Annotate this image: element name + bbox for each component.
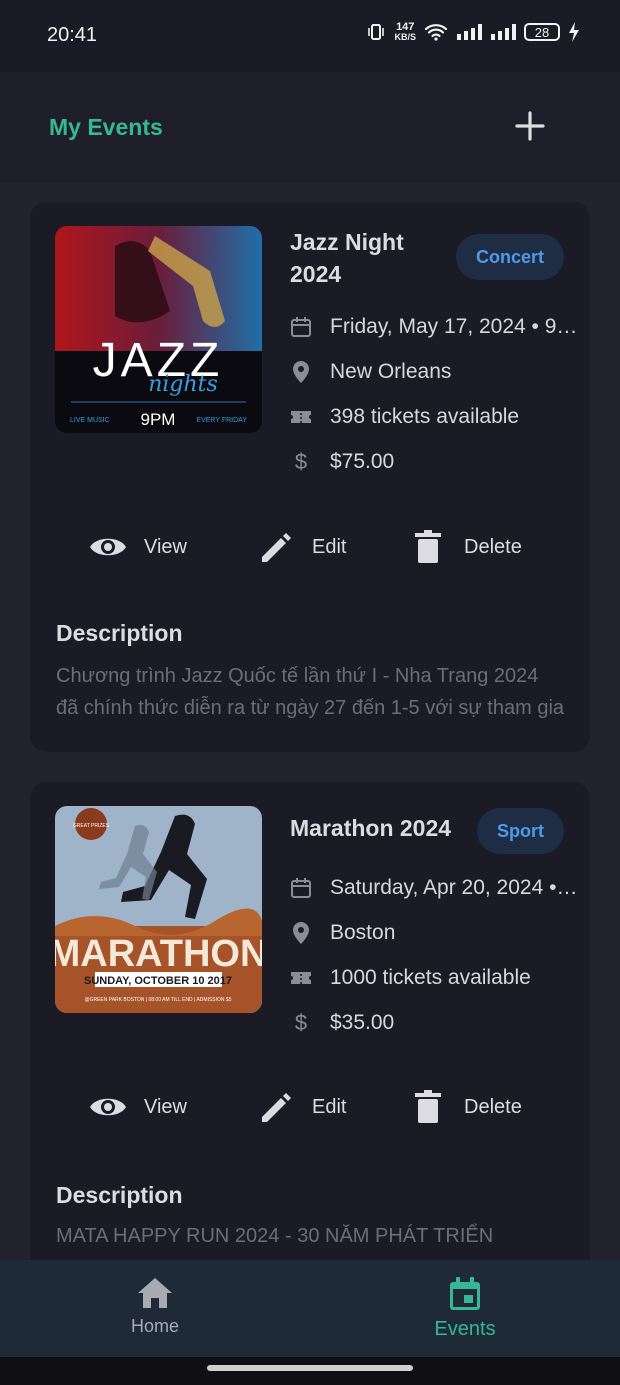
event-poster[interactable]: JAZZ nights LIVE MUSIC 9PM EVERY FRIDAY [55,226,262,433]
event-price-row: $ $35.00 [288,1010,578,1036]
event-tickets: 1000 tickets available [330,966,531,989]
poster-time-tag: 9PM [141,410,176,429]
event-location-row: New Orleans [288,359,578,385]
description-heading: Description [56,620,183,646]
eye-icon [90,538,126,556]
description-heading: Description [56,1182,183,1208]
edit-label: Edit [312,1095,347,1118]
event-price: $75.00 [330,450,395,473]
event-location: Boston [330,921,396,944]
poster-script: nights [148,372,218,397]
event-tickets: 398 tickets available [330,405,520,428]
eye-icon [90,1098,126,1116]
view-button[interactable]: View [88,1082,187,1132]
category-badge: Sport [477,808,564,854]
gesture-bar [0,1357,620,1385]
location-pin-icon [288,359,314,385]
event-price: $35.00 [330,1011,395,1034]
poster-date-line: SUNDAY, OCTOBER 10 2017 [84,975,232,987]
home-icon [138,1278,172,1308]
delete-label: Delete [464,535,522,558]
description-text: MATA HAPPY RUN 2024 - 30 NĂM PHÁT TRIỂN [56,1225,494,1247]
signal-icon [491,24,516,40]
ticket-icon [288,404,314,430]
ticket-icon [288,965,314,991]
event-date: Friday, May 17, 2024 • 9:00 PM [330,315,578,338]
edit-button[interactable]: Edit [256,522,346,572]
view-label: View [144,535,187,558]
poster-badge: GREAT PRIZES [73,823,110,829]
nav-home-label: Home [130,1316,179,1336]
event-date: Saturday, Apr 20, 2024 • 6:00 AM [330,876,578,899]
nav-home[interactable]: Home [0,1260,310,1357]
poster-right-tag: EVERY FRIDAY [196,417,247,424]
event-tickets-row: 398 tickets available [288,404,578,430]
trash-icon [415,530,441,563]
event-date-row: Saturday, Apr 20, 2024 • 6:00 AM [288,875,578,901]
pencil-icon [262,1093,291,1122]
net-speed: 147 KB/S [394,21,416,43]
event-title: Jazz Night 2024 [290,229,404,287]
event-card: JAZZ nights LIVE MUSIC 9PM EVERY FRIDAY … [30,202,590,752]
vibrate-icon [368,24,385,40]
status-bar: 20:41 147 KB/S 28 [0,0,620,58]
calendar-event-icon [450,1277,480,1310]
event-actions: View Edit Delete [30,1082,590,1132]
nav-events[interactable]: Events [310,1260,620,1357]
bottom-nav: Home Events [0,1260,620,1357]
page-title: My Events [49,114,163,140]
edit-label: Edit [312,535,347,558]
delete-button[interactable]: Delete [408,522,522,572]
charging-icon [569,22,579,42]
delete-label: Delete [464,1095,522,1118]
dollar-icon: $ [294,1010,308,1035]
view-button[interactable]: View [88,522,187,572]
event-tickets-row: 1000 tickets available [288,965,578,991]
event-actions: View Edit Delete [30,522,590,572]
event-card: GREAT PRIZES MARATHON SUNDAY, OCTOBER 10… [30,782,590,1260]
location-pin-icon [288,920,314,946]
battery-indicator: 28 [524,23,560,41]
event-title: Marathon 2024 [290,815,452,841]
nav-events-label: Events [434,1318,496,1340]
signal-icon [457,24,482,40]
plus-icon [515,111,545,141]
poster-left-tag: LIVE MUSIC [70,417,110,424]
calendar-icon [288,314,314,340]
event-location-row: Boston [288,920,578,946]
calendar-icon [288,875,314,901]
description-text: Chương trình Jazz Quốc tế lần thứ I - Nh… [56,665,565,719]
event-location: New Orleans [330,360,452,383]
pencil-icon [262,533,291,562]
event-date-row: Friday, May 17, 2024 • 9:00 PM [288,314,578,340]
trash-icon [415,1090,441,1123]
wifi-icon [424,24,448,41]
event-price-row: $ $75.00 [288,449,578,475]
dollar-icon: $ [294,449,308,474]
net-speed-unit: KB/S [394,32,416,42]
view-label: View [144,1095,187,1118]
category-badge: Concert [455,234,564,280]
net-speed-value: 147 [396,21,415,33]
add-event-button[interactable] [512,108,548,144]
event-list[interactable]: JAZZ nights LIVE MUSIC 9PM EVERY FRIDAY … [0,182,620,1260]
status-time: 20:41 [47,24,98,46]
status-icons: 147 KB/S 28 [366,22,580,42]
delete-button[interactable]: Delete [408,1082,522,1132]
poster-headline: MARATHON [55,933,262,975]
poster-small-line: @GREEN PARK BOSTON | 08:00 AM TILL END |… [85,997,232,1003]
event-poster[interactable]: GREAT PRIZES MARATHON SUNDAY, OCTOBER 10… [55,806,262,1013]
home-indicator[interactable] [207,1365,413,1371]
edit-button[interactable]: Edit [256,1082,346,1132]
